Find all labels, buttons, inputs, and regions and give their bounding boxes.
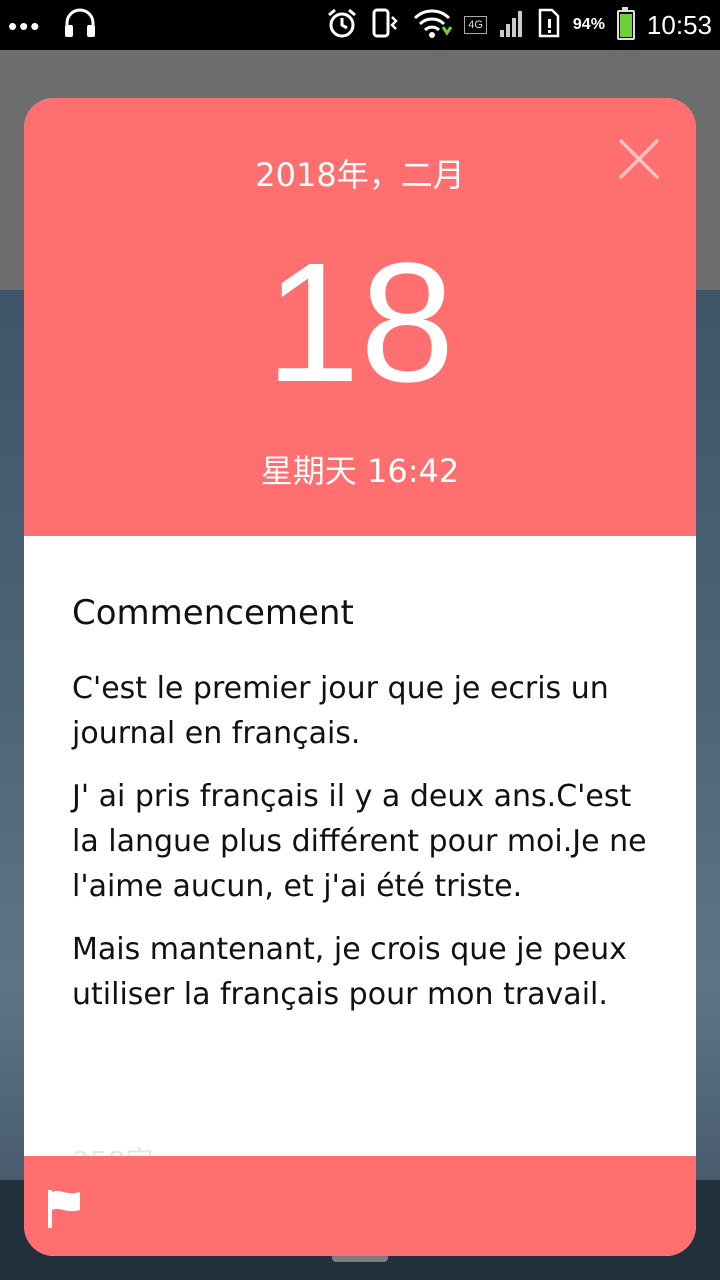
date-header: 2018年，二月 18 星期天 16:42 bbox=[24, 98, 696, 536]
signal-icon bbox=[499, 8, 525, 43]
entry-paragraph: Mais mantenant, je crois que je peux uti… bbox=[72, 932, 627, 1012]
wifi-icon bbox=[412, 7, 453, 44]
day-number: 18 bbox=[265, 228, 455, 418]
vibrate-icon bbox=[370, 7, 400, 44]
alarm-icon bbox=[326, 7, 358, 44]
close-icon[interactable] bbox=[618, 138, 660, 180]
headphones-icon bbox=[63, 8, 97, 43]
status-bar: ••• 4G 94% 10:53 bbox=[0, 0, 720, 50]
weekday-time: 星期天 16:42 bbox=[260, 452, 460, 490]
month-year: 2018年，二月 bbox=[255, 156, 465, 194]
entry-content: Commencement C'est le premier jour que j… bbox=[72, 592, 662, 1035]
flag-icon[interactable] bbox=[46, 1188, 82, 1230]
battery-icon bbox=[616, 7, 635, 40]
entry-paragraph: C'est le premier jour que je ecris un jo… bbox=[72, 671, 609, 751]
more-dots-icon: ••• bbox=[8, 10, 42, 41]
clock: 10:53 bbox=[646, 9, 712, 40]
battery-percent: 94% bbox=[572, 16, 605, 33]
entry-title: Commencement bbox=[72, 593, 354, 633]
network-type-badge: 4G bbox=[464, 16, 487, 34]
diary-entry-card: 2018年，二月 18 星期天 16:42 Commencement C'est… bbox=[24, 98, 696, 1256]
card-footer bbox=[24, 1156, 696, 1256]
sim-alert-icon bbox=[537, 8, 561, 43]
entry-paragraph: J' ai pris français il y a deux ans.C'es… bbox=[72, 779, 647, 904]
